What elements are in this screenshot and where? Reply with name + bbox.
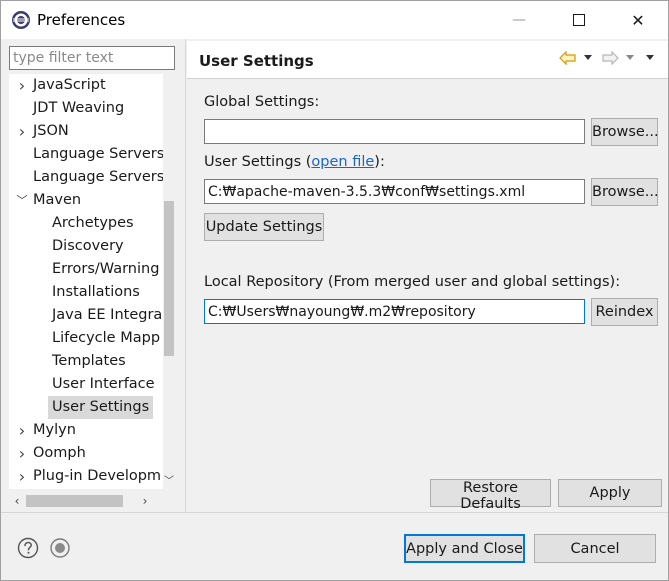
tree-item-label: Language Servers xyxy=(33,169,165,185)
scroll-left-icon[interactable]: ‹ xyxy=(9,492,25,510)
tree-item[interactable]: Java EE Integra xyxy=(9,304,163,327)
forward-menu-chevron-icon[interactable] xyxy=(625,48,635,68)
tree-item-label: Maven xyxy=(33,192,82,208)
user-settings-label: User Settings (open file): xyxy=(204,154,385,170)
user-settings-label-prefix: User Settings ( xyxy=(204,154,312,170)
user-browse-button[interactable]: Browse... xyxy=(591,178,659,206)
tree-vertical-scrollbar[interactable]: ﹀ xyxy=(163,74,175,489)
apply-button[interactable]: Apply xyxy=(558,479,662,507)
tree-item-label: Oomph xyxy=(33,445,86,461)
update-settings-button[interactable]: Update Settings xyxy=(204,213,324,241)
user-settings-label-suffix: ): xyxy=(374,154,385,170)
tree-item-label: Mylyn xyxy=(33,422,76,438)
tree-item[interactable]: Templates xyxy=(9,350,163,373)
scroll-right-icon[interactable]: › xyxy=(137,492,153,510)
tree-item-label: JavaScript xyxy=(33,77,106,93)
tree-vertical-scroll-thumb[interactable] xyxy=(164,201,174,356)
title-bar: Preferences — ✕ xyxy=(1,1,668,39)
apply-and-close-button[interactable]: Apply and Close xyxy=(404,534,525,563)
tree-item[interactable]: Language Servers xyxy=(9,143,164,166)
tree-item[interactable]: › Mylyn xyxy=(9,419,163,442)
tree-item[interactable]: User Interface xyxy=(9,373,163,396)
tree-item[interactable]: JDT Weaving xyxy=(9,97,163,120)
tree-item-label: Language Servers xyxy=(33,146,165,162)
tree-item-label: Discovery xyxy=(52,238,124,254)
global-browse-button[interactable]: Browse... xyxy=(591,118,659,146)
tree-item[interactable]: Language Servers xyxy=(9,166,164,189)
close-window-button[interactable]: ✕ xyxy=(615,1,661,39)
page-title: User Settings xyxy=(199,52,314,70)
tree-item[interactable]: › Oomph xyxy=(9,442,163,465)
tree-item-label: Lifecycle Mapp xyxy=(52,330,161,346)
maximize-icon xyxy=(573,14,585,26)
minimize-button[interactable]: — xyxy=(496,1,542,39)
tree-item-label: Installations xyxy=(52,284,140,300)
forward-arrow-icon[interactable] xyxy=(601,48,619,68)
user-settings-field[interactable] xyxy=(204,179,585,204)
open-file-link[interactable]: open file xyxy=(311,154,374,170)
window-title: Preferences xyxy=(37,11,126,29)
view-menu-icon[interactable] xyxy=(645,48,655,68)
tree-item[interactable]: Lifecycle Mapp xyxy=(9,327,163,350)
tree-item-label: Java EE Integra xyxy=(52,307,163,323)
local-repository-label: Local Repository (From merged user and g… xyxy=(204,274,621,290)
tree-horizontal-scrollbar[interactable]: ‹ › xyxy=(9,492,175,510)
tree-item-label: JSON xyxy=(33,123,69,139)
tree-item[interactable]: Installations xyxy=(9,281,163,304)
back-menu-chevron-icon[interactable] xyxy=(583,48,593,68)
chevron-right-icon[interactable]: › xyxy=(16,419,28,442)
close-icon: ✕ xyxy=(631,10,645,30)
tree-item[interactable]: Discovery xyxy=(9,235,163,258)
local-repository-field[interactable] xyxy=(204,299,585,324)
tree-item-label: Plug-in Developm xyxy=(33,468,162,484)
chevron-right-icon[interactable]: › xyxy=(16,465,28,488)
chevron-right-icon[interactable]: › xyxy=(16,74,28,97)
tree-item-label: JDT Weaving xyxy=(33,100,125,116)
tree-item[interactable]: ﹀ Maven xyxy=(9,189,163,212)
minimize-icon: — xyxy=(512,12,526,28)
global-settings-field[interactable] xyxy=(204,119,585,144)
scroll-down-icon[interactable]: ﹀ xyxy=(163,470,175,488)
tree-item[interactable]: › Plug-in Developm xyxy=(9,465,163,488)
chevron-right-icon[interactable]: › xyxy=(16,442,28,465)
back-arrow-icon[interactable] xyxy=(559,48,577,68)
filter-input[interactable] xyxy=(9,46,175,70)
preferences-window: Preferences — ✕ › JavaScript JDT Weaving › J… xyxy=(0,0,669,581)
tree-item-label: Archetypes xyxy=(52,215,134,231)
record-macro-icon[interactable] xyxy=(49,537,71,559)
tree-item[interactable]: › JavaScript xyxy=(9,74,163,97)
tree-item-label: Templates xyxy=(52,353,126,369)
tree-item[interactable]: Errors/Warning xyxy=(9,258,163,281)
page-header: User Settings xyxy=(187,41,668,79)
pane-splitter[interactable] xyxy=(185,39,186,512)
tree-item-label: User Interface xyxy=(52,376,155,392)
eclipse-app-icon xyxy=(12,11,30,29)
help-icon[interactable] xyxy=(17,537,39,559)
maximize-button[interactable] xyxy=(556,1,602,39)
tree-item[interactable]: Archetypes xyxy=(9,212,163,235)
chevron-down-icon[interactable]: ﹀ xyxy=(16,189,28,212)
reindex-button[interactable]: Reindex xyxy=(591,298,658,326)
tree-horizontal-scroll-thumb[interactable] xyxy=(26,495,123,507)
tree-item[interactable]: User Settings xyxy=(9,396,163,419)
tree-item-label: Errors/Warning xyxy=(52,261,160,277)
global-settings-label: Global Settings: xyxy=(204,94,320,110)
tree-item-label: User Settings xyxy=(48,396,154,419)
preference-tree: › JavaScript JDT Weaving › JSON Language Serv… xyxy=(9,74,175,489)
cancel-button[interactable]: Cancel xyxy=(534,534,656,563)
chevron-right-icon[interactable]: › xyxy=(16,120,28,143)
tree-item[interactable]: › JSON xyxy=(9,120,163,143)
footer-divider xyxy=(1,512,668,513)
restore-defaults-button[interactable]: Restore Defaults xyxy=(430,479,551,512)
